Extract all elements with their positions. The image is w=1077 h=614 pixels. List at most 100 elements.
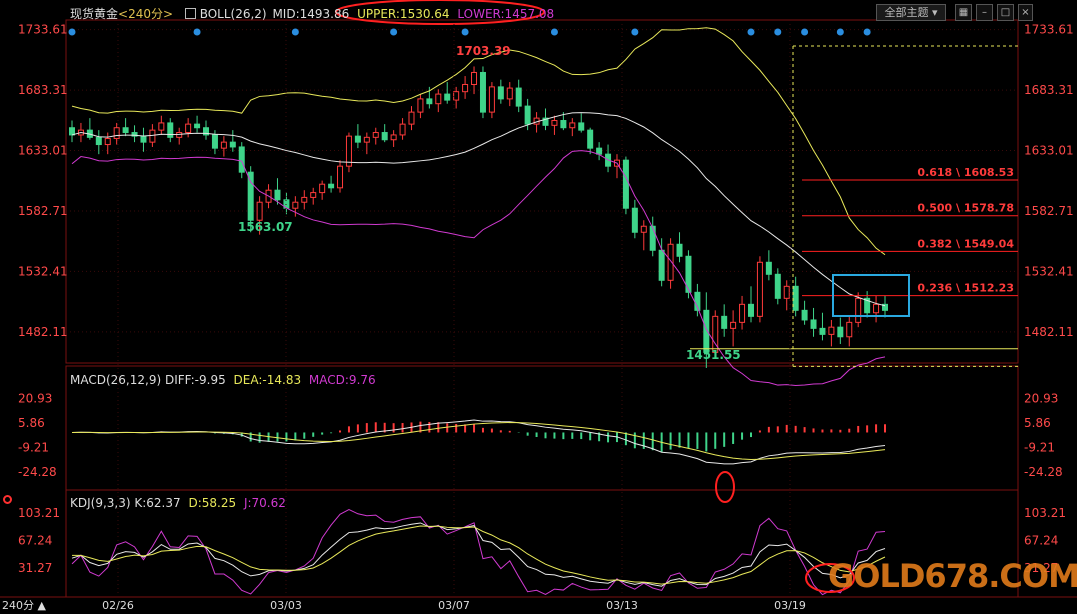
candle-body — [828, 326, 835, 335]
high-annotation: 1703.39 — [456, 44, 511, 58]
kdj-j: J:70.62 — [243, 496, 286, 510]
kdj-k: K:62.37 — [134, 496, 181, 510]
candle-body — [372, 132, 379, 138]
boll-label: BOLL(26,2) — [199, 7, 267, 21]
macd-tick-label-right: 5.86 — [1024, 416, 1051, 430]
signal-dot — [461, 28, 469, 36]
price-tick-label-right: 1482.11 — [1024, 325, 1074, 339]
candle-body — [730, 321, 737, 329]
kdj-tick-label-left: 103.21 — [18, 506, 60, 520]
candle-body — [444, 93, 451, 101]
candle-body — [256, 201, 263, 221]
signal-dot — [801, 28, 809, 36]
candle-body — [792, 285, 799, 311]
candle-body — [810, 319, 817, 329]
candle-body — [819, 327, 826, 335]
fib-label: 0.382 \ 1549.04 — [917, 237, 1014, 250]
time-tick-label: 03/03 — [270, 599, 302, 612]
macd-tick-label-left: 5.86 — [18, 416, 45, 430]
grid-icon[interactable]: ▦ — [955, 4, 972, 21]
candle-body — [721, 315, 728, 329]
candle-body — [399, 123, 406, 136]
macd-tick-label-right: 20.93 — [1024, 391, 1058, 405]
kdj-tick-label-left: 31.27 — [18, 561, 52, 575]
price-tick-label-right: 1683.31 — [1024, 83, 1074, 97]
candle-body — [328, 183, 335, 189]
candle-body — [176, 132, 183, 138]
theme-dropdown-button[interactable]: 全部主题 ▾ — [876, 4, 946, 21]
candle-body — [185, 123, 192, 134]
price-tick-label-left: 1633.01 — [18, 144, 68, 158]
chart-canvas[interactable]: 1733.61 1733.61 1683.31 1683.31 1633.01 1633.… — [0, 0, 1077, 614]
candle-body — [569, 122, 576, 129]
candle-body — [337, 165, 344, 189]
theme-dropdown-label: 全部主题 — [884, 6, 929, 19]
candle-body — [801, 309, 808, 321]
candle-body — [292, 201, 299, 209]
signal-dot — [747, 28, 755, 36]
candle-body — [497, 86, 504, 100]
time-tick-label: 03/19 — [774, 599, 806, 612]
candle-body — [158, 122, 165, 131]
fib-label: 0.500 \ 1578.78 — [917, 202, 1014, 215]
macd-dea-line — [71, 422, 886, 461]
boll-mid: MID:1493.86 — [272, 7, 350, 21]
candle-body — [631, 207, 638, 233]
signal-dot — [390, 28, 398, 36]
candle-body — [435, 93, 442, 105]
period-tab[interactable]: 240分 ▲ — [0, 597, 48, 614]
macd-cross-ellipse — [715, 471, 735, 503]
macd-label: MACD(26,12,9) — [70, 373, 162, 387]
kdj-label: KDJ(9,3,3) — [70, 496, 131, 510]
signal-dot — [550, 28, 558, 36]
time-tick-label: 02/26 — [102, 599, 134, 612]
period-tab-label: 240分 — [2, 599, 34, 612]
macd-tick-label-right: -24.28 — [1024, 465, 1063, 479]
time-tick-label: 03/07 — [438, 599, 470, 612]
candle-body — [551, 120, 558, 126]
price-tick-label-right: 1733.61 — [1024, 23, 1074, 37]
period-label: <240分> — [118, 7, 174, 21]
restore-icon[interactable]: □ — [997, 4, 1014, 21]
candle-body — [220, 141, 227, 149]
price-tick-label-left: 1532.41 — [18, 264, 68, 278]
candle-body — [122, 127, 129, 134]
signal-dot — [863, 28, 871, 36]
candle-body — [515, 87, 522, 107]
candle-body — [408, 111, 415, 125]
kdj-d: D:58.25 — [188, 496, 237, 510]
watermark-logo: GOLD678.COM — [828, 557, 1077, 595]
macd-header: MACD(26,12,9) DIFF:-9.95 DEA:-14.83 MACD… — [70, 373, 376, 387]
kdj-k-line — [71, 522, 886, 587]
kdj-tick-label-left: 67.24 — [18, 534, 52, 548]
macd-tick-label-left: -9.21 — [18, 441, 49, 455]
minus-icon[interactable]: – — [976, 4, 993, 21]
time-tick-label: 03/13 — [606, 599, 638, 612]
candle-body — [95, 136, 102, 146]
price-tick-label-right: 1532.41 — [1024, 264, 1074, 278]
low-annotation: 1563.07 — [238, 220, 293, 234]
price-tick-label-left: 1683.31 — [18, 83, 68, 97]
macd-tick-label-left: -24.28 — [18, 465, 57, 479]
candle-body — [649, 225, 656, 251]
candle-body — [381, 132, 388, 141]
candle-body — [390, 134, 397, 141]
macd-tick-label-right: -9.21 — [1024, 441, 1055, 455]
boll-upper-line — [71, 27, 886, 256]
signal-dot — [836, 28, 844, 36]
fib-label: 0.236 \ 1512.23 — [917, 282, 1014, 295]
candle-body — [837, 326, 844, 338]
candle-body — [229, 141, 236, 148]
candle-body — [765, 261, 772, 275]
candle-body — [524, 105, 531, 125]
signal-dot — [193, 28, 201, 36]
close-icon[interactable]: × — [1018, 4, 1033, 21]
candle-body — [426, 98, 433, 105]
candle-body — [658, 249, 665, 281]
candle-body — [140, 135, 147, 143]
price-tick-label-right: 1633.01 — [1024, 144, 1074, 158]
candle-body — [739, 303, 746, 323]
candle-body — [622, 159, 629, 209]
boll-checkbox-icon[interactable] — [184, 8, 196, 19]
instrument-name: 现货黄金 — [70, 7, 119, 21]
